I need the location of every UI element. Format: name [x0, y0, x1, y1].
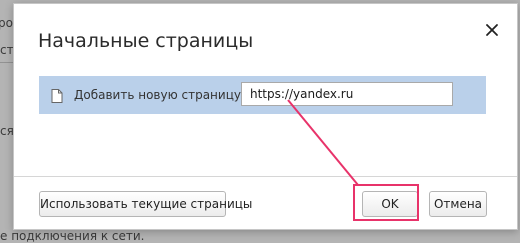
use-current-pages-button[interactable]: Использовать текущие страницы: [39, 191, 252, 217]
start-page-row[interactable]: Добавить новую страницу: [39, 76, 486, 114]
close-icon[interactable]: [482, 20, 502, 40]
add-page-label: Добавить новую страницу: [74, 88, 241, 102]
start-pages-dialog: Начальные страницы Добавить новую страни…: [13, 3, 518, 230]
cancel-button[interactable]: Отмена: [429, 191, 487, 217]
ok-button[interactable]: OK: [362, 191, 418, 217]
document-icon: [51, 88, 63, 103]
start-page-url-input[interactable]: [241, 82, 453, 106]
footer-divider: [14, 176, 517, 177]
dialog-title: Начальные страницы: [38, 30, 254, 52]
